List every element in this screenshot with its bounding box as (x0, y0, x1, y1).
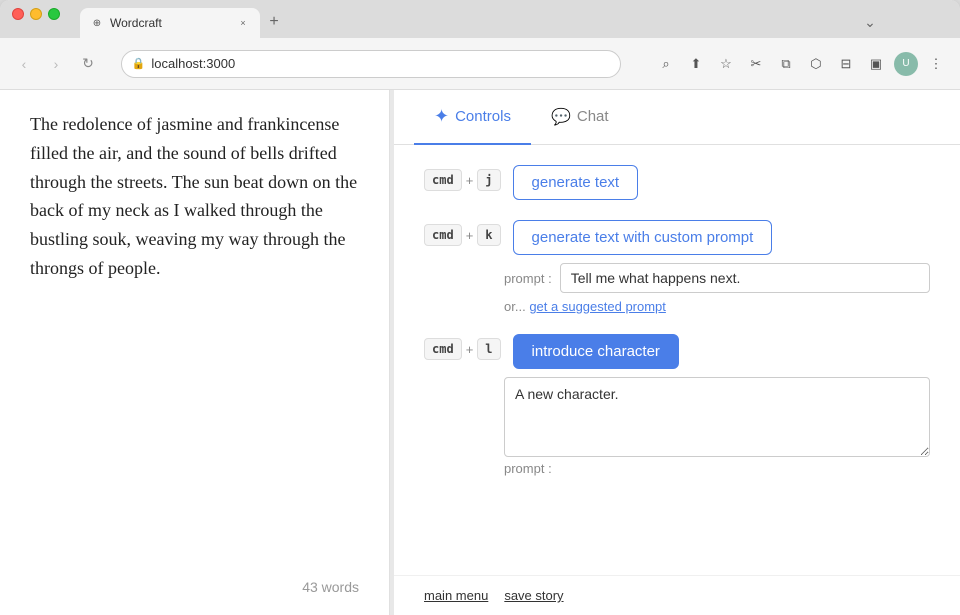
plus-1: + (466, 228, 474, 243)
kbd-key-2: l (477, 338, 500, 360)
shortcut-group-1: cmd + k generate text with custom prompt… (424, 220, 930, 314)
save-story-link[interactable]: save story (504, 588, 563, 603)
zoom-icon[interactable]: ⌕ (654, 52, 678, 76)
fullscreen-traffic-light[interactable] (48, 8, 60, 20)
tab-favicon: ⊕ (90, 16, 104, 30)
refresh-button[interactable]: ↻ (76, 52, 100, 76)
editor-panel: The redolence of jasmine and frankincens… (0, 90, 390, 615)
tab-chat-label: Chat (577, 108, 609, 125)
toolbar-icons: ⌕ ⬆ ☆ ✂ ⧉ ⬡ ⊟ ▣ U ⋮ (654, 52, 948, 76)
sparkles-icon: ✦ (434, 106, 449, 127)
shortcut-row-0: cmd + j generate text (424, 165, 930, 200)
lock-icon: 🔒 (132, 57, 146, 70)
suggest-prefix: or... (504, 299, 526, 314)
close-traffic-light[interactable] (12, 8, 24, 20)
tab-label: Wordcraft (110, 16, 162, 30)
browser-window: ⊕ Wordcraft × + ⌄ ‹ › ↻ 🔒 localhost:3000… (0, 0, 960, 615)
shortcut-row-1: cmd + k generate text with custom prompt (424, 220, 930, 255)
kbd-key-0: j (477, 169, 500, 191)
prompt-label-1: prompt : (504, 271, 552, 286)
bookmark-icon[interactable]: ☆ (714, 52, 738, 76)
plus-0: + (466, 173, 474, 188)
url-text: localhost:3000 (151, 56, 235, 71)
panel-tabs: ✦ Controls 💬 Chat (394, 90, 960, 145)
kbd-key-1: k (477, 224, 500, 246)
bottom-links: main menu save story (394, 575, 960, 615)
controls-content: cmd + j generate text cmd + k genera (394, 145, 960, 496)
prompt-label-row-2: prompt : (504, 461, 930, 476)
generate-custom-button[interactable]: generate text with custom prompt (513, 220, 773, 255)
introduce-character-button[interactable]: introduce character (513, 334, 679, 369)
shortcut-keys-0: cmd + j (424, 169, 501, 191)
copy-icon[interactable]: ⧉ (774, 52, 798, 76)
tab-options-icon[interactable]: ⌄ (860, 12, 880, 32)
shortcut-group-2: cmd + l introduce character prompt : (424, 334, 930, 476)
new-tab-button[interactable]: + (260, 8, 288, 36)
editor-text[interactable]: The redolence of jasmine and frankincens… (30, 110, 359, 569)
back-button[interactable]: ‹ (12, 52, 36, 76)
kbd-cmd-0: cmd (424, 169, 462, 191)
generate-text-button[interactable]: generate text (513, 165, 639, 200)
shortcut-keys-2: cmd + l (424, 338, 501, 360)
character-prompt-textarea[interactable] (504, 377, 930, 457)
tab-chat[interactable]: 💬 Chat (531, 90, 629, 145)
menu-icon[interactable]: ⋮ (924, 52, 948, 76)
app-content: The redolence of jasmine and frankincens… (0, 90, 960, 615)
tab-close-button[interactable]: × (236, 16, 250, 30)
minimize-traffic-light[interactable] (30, 8, 42, 20)
controls-panel: ✦ Controls 💬 Chat cmd + j generat (394, 90, 960, 615)
address-bar: ‹ › ↻ 🔒 localhost:3000 ⌕ ⬆ ☆ ✂ ⧉ ⬡ ⊟ ▣ U… (0, 38, 960, 90)
cut-icon[interactable]: ✂ (744, 52, 768, 76)
main-menu-link[interactable]: main menu (424, 588, 488, 603)
prompt-row-1: prompt : (504, 263, 930, 293)
kbd-cmd-1: cmd (424, 224, 462, 246)
share-icon[interactable]: ⬆ (684, 52, 708, 76)
window-icon[interactable]: ▣ (864, 52, 888, 76)
prompt-label-2: prompt : (504, 461, 552, 476)
kbd-cmd-2: cmd (424, 338, 462, 360)
sidebar-icon[interactable]: ⊟ (834, 52, 858, 76)
prompt-textarea-row (504, 377, 930, 457)
suggest-link-row: or... get a suggested prompt (504, 299, 930, 314)
avatar[interactable]: U (894, 52, 918, 76)
prompt-input-1[interactable] (560, 263, 930, 293)
traffic-lights (0, 0, 72, 28)
url-bar[interactable]: 🔒 localhost:3000 (121, 50, 621, 78)
tab-controls-label: Controls (455, 108, 511, 125)
chat-icon: 💬 (551, 107, 571, 127)
shortcut-keys-1: cmd + k (424, 224, 501, 246)
plus-2: + (466, 342, 474, 357)
tab-controls[interactable]: ✦ Controls (414, 90, 531, 145)
extensions-icon[interactable]: ⬡ (804, 52, 828, 76)
shortcut-row-2: cmd + l introduce character (424, 334, 930, 369)
get-suggested-prompt-link[interactable]: get a suggested prompt (529, 299, 666, 314)
forward-button[interactable]: › (44, 52, 68, 76)
active-tab[interactable]: ⊕ Wordcraft × (80, 8, 260, 38)
word-count: 43 words (30, 579, 359, 595)
